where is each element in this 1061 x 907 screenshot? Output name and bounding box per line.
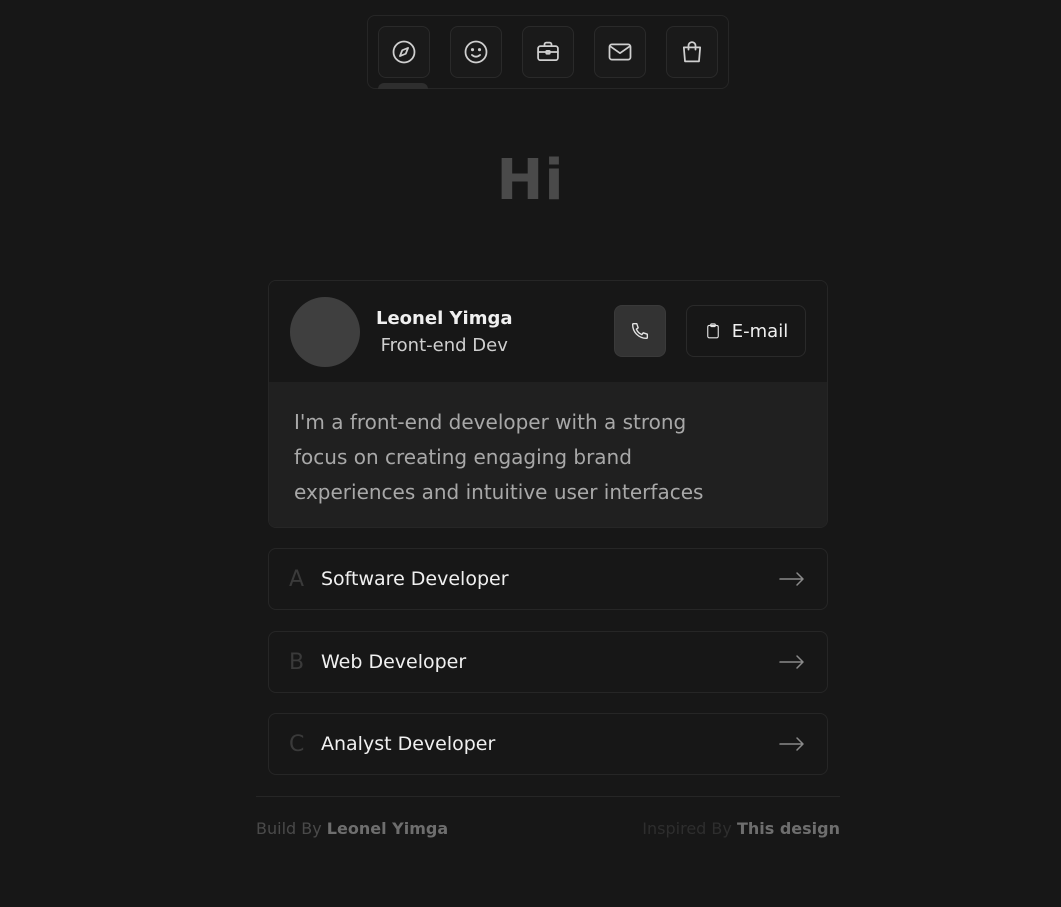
mail-icon bbox=[608, 43, 632, 61]
email-button-label: E-mail bbox=[731, 320, 789, 342]
footer-inspired-link[interactable]: This design bbox=[737, 819, 840, 838]
profile-bio-section: I'm a front-end developer with a strong … bbox=[269, 382, 827, 527]
profile-role: Front-end Dev bbox=[380, 334, 508, 356]
footer-inspired-credit: Inspired By This design bbox=[642, 819, 840, 838]
job-letter: B bbox=[289, 649, 305, 675]
job-item-web-developer[interactable]: B Web Developer bbox=[268, 631, 828, 693]
footer-build-prefix: Build By bbox=[256, 819, 322, 838]
job-item-analyst-developer[interactable]: C Analyst Developer bbox=[268, 713, 828, 775]
job-letter: A bbox=[289, 566, 305, 592]
top-nav bbox=[367, 15, 729, 89]
footer-inspired-prefix: Inspired By bbox=[642, 819, 732, 838]
phone-icon bbox=[631, 322, 649, 340]
clipboard-icon bbox=[706, 323, 719, 339]
job-title: Software Developer bbox=[321, 568, 509, 590]
footer-divider bbox=[256, 796, 840, 797]
profile-header: Leonel Yimga Front-end Dev E-mail bbox=[269, 281, 827, 382]
nav-shopping-bag-button[interactable] bbox=[666, 26, 718, 78]
nav-smile-button[interactable] bbox=[450, 26, 502, 78]
profile-bio: I'm a front-end developer with a strong … bbox=[294, 410, 704, 504]
email-button[interactable]: E-mail bbox=[686, 305, 806, 357]
hero-greeting: Hi bbox=[496, 148, 565, 213]
briefcase-icon bbox=[537, 41, 559, 62]
profile-name: Leonel Yimga bbox=[376, 307, 513, 329]
arrow-right-icon bbox=[779, 652, 805, 672]
smile-icon bbox=[464, 40, 488, 64]
phone-button[interactable] bbox=[614, 305, 666, 357]
profile-name-block: Leonel Yimga Front-end Dev bbox=[376, 308, 513, 356]
job-title: Analyst Developer bbox=[321, 733, 496, 755]
job-letter: C bbox=[289, 731, 305, 757]
active-nav-indicator bbox=[378, 83, 428, 89]
arrow-right-icon bbox=[779, 569, 805, 589]
footer-build-credit: Build By Leonel Yimga bbox=[256, 819, 448, 838]
footer-build-name[interactable]: Leonel Yimga bbox=[327, 819, 448, 838]
profile-card: Leonel Yimga Front-end Dev E-mail I'm a … bbox=[268, 280, 828, 528]
nav-mail-button[interactable] bbox=[594, 26, 646, 78]
job-item-software-developer[interactable]: A Software Developer bbox=[268, 548, 828, 610]
arrow-right-icon bbox=[779, 734, 805, 754]
nav-compass-button[interactable] bbox=[378, 26, 430, 78]
page: Hi Leonel Yimga Front-end Dev E-mail I'm… bbox=[0, 0, 1061, 907]
shopping-bag-icon bbox=[682, 41, 702, 63]
avatar bbox=[290, 296, 360, 367]
nav-briefcase-button[interactable] bbox=[522, 26, 574, 78]
job-title: Web Developer bbox=[321, 651, 467, 673]
compass-icon bbox=[392, 40, 416, 64]
